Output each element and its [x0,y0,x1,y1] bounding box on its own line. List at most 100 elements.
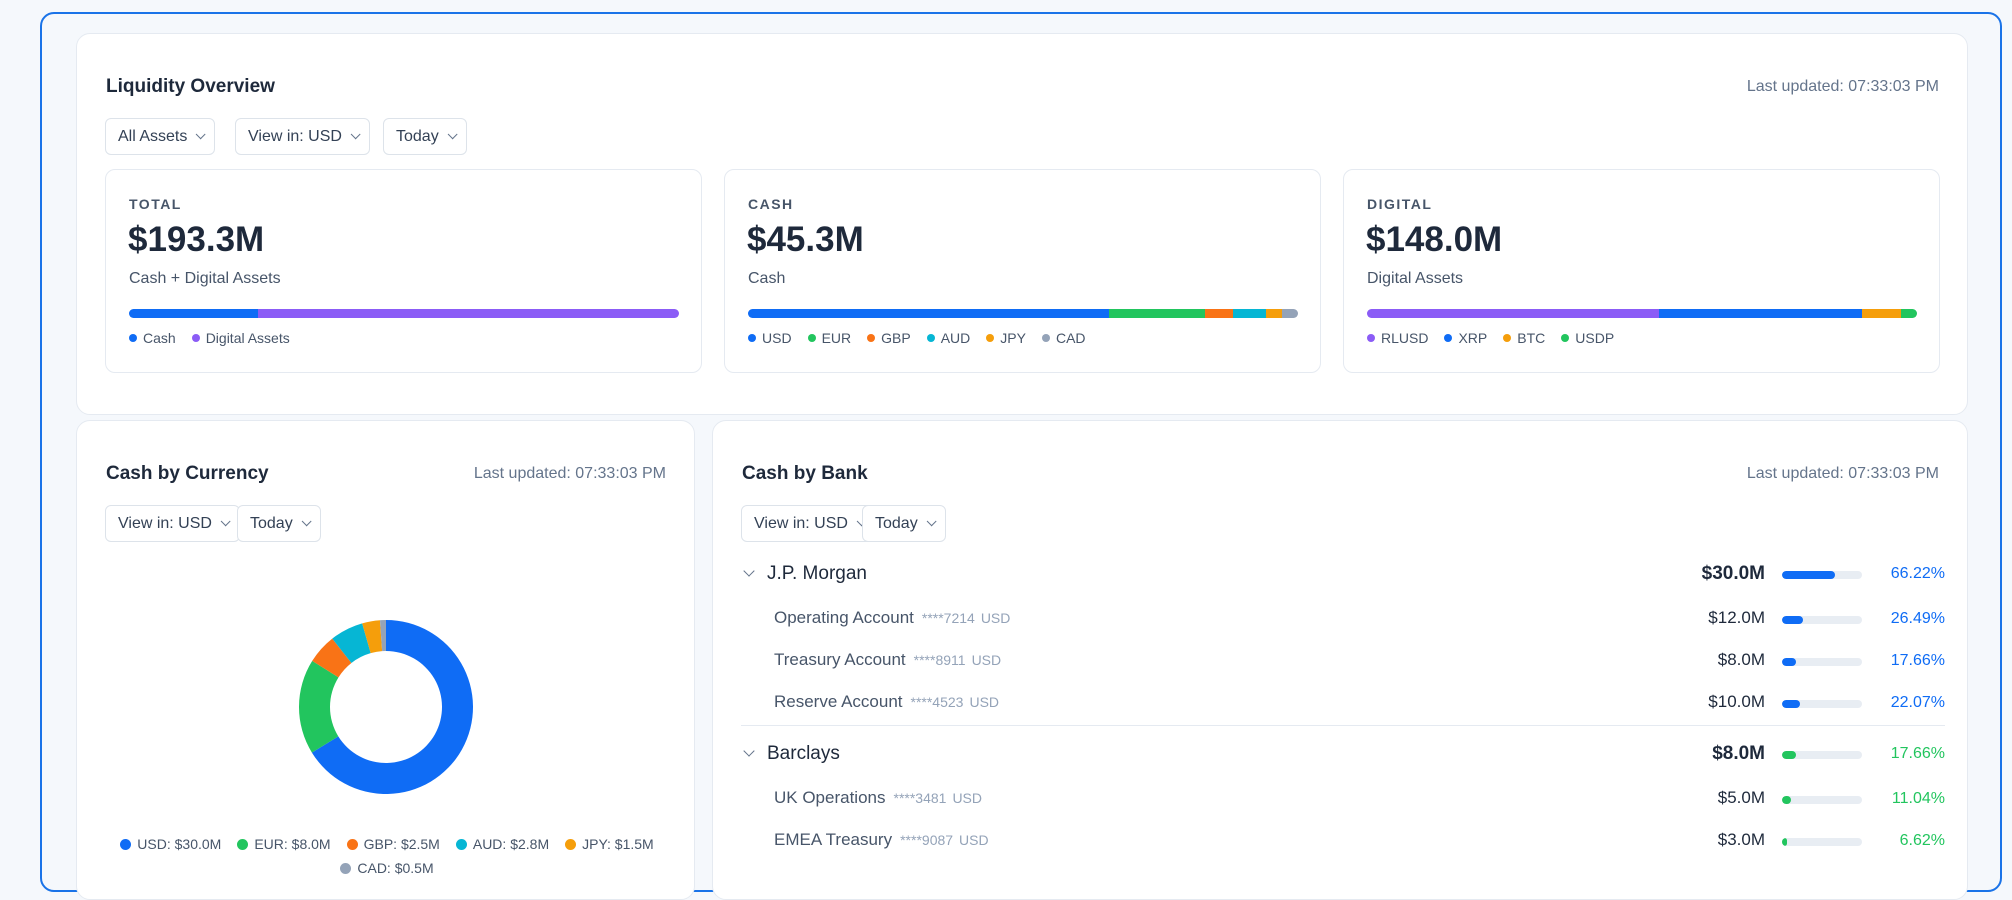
legend-item: Digital Assets [191,330,290,346]
account-amount: $3.0M [1717,830,1765,849]
share-bar-fill [1782,796,1791,804]
account-number: ****9087 [900,832,954,848]
card-legend: USD EUR GBP AUD JPY CAD [748,330,1086,346]
account-name: Treasury Account ****8911 USD [774,650,1001,670]
bar-segment [1367,309,1659,318]
card-value: $148.0M [1366,220,1503,259]
legend-dot [237,838,249,850]
total-card: TOTAL $193.3M Cash + Digital Assets Cash… [105,169,702,373]
legend-item: CAD [1041,330,1086,346]
currency-filter-dropdown[interactable]: View in: USD [741,505,876,542]
bank-name: J.P. Morgan [767,563,867,584]
composition-bar [748,309,1298,318]
bar-segment [748,309,1109,318]
legend-dot [1503,334,1512,342]
dropdown-label: Today [250,514,293,532]
composition-bar [1367,309,1917,318]
account-currency: USD [971,652,1002,668]
date-filter-dropdown[interactable]: Today [862,505,946,542]
legend-dot [565,838,577,850]
composition-bar [129,309,679,318]
liquidity-overview-panel: Liquidity Overview Last updated: 07:33:0… [76,33,1968,415]
legend-label: AUD: $2.8M [472,836,550,852]
account-percent: 22.07% [1890,694,1945,711]
bar-segment [1282,309,1298,318]
account-currency: USD [959,832,989,848]
account-name: Reserve Account ****4523 USD [774,692,999,712]
bar-segment [1108,309,1206,318]
account-name: EMEA Treasury ****9087 USD [774,830,989,850]
card-label: DIGITAL [1367,196,1433,212]
legend-item: XRP [1444,330,1487,346]
legend-item: EUR [807,330,851,346]
account-number: ****8911 [913,652,966,668]
last-updated: Last updated: 07:33:03 PM [473,465,666,482]
legend-dot [191,334,200,342]
account-name-label: EMEA Treasury [774,830,893,849]
legend-label: EUR: $8.0M [254,836,331,852]
chevron-down-icon[interactable] [743,565,755,577]
account-name-label: UK Operations [774,788,886,807]
chevron-down-icon [447,129,458,140]
account-amount: $8.0M [1717,650,1765,669]
bank-percent: 17.66% [1890,745,1945,762]
legend-item: BTC [1503,330,1545,346]
account-currency: USD [952,790,982,806]
legend-label: RLUSD [1381,330,1429,346]
panel-title: Cash by Bank [742,463,868,484]
share-bar [1782,700,1862,708]
cash-by-bank-panel: Cash by Bank Last updated: 07:33:03 PM V… [712,420,1968,900]
date-filter-dropdown[interactable]: Today [383,118,467,155]
account-percent: 17.66% [1890,652,1945,669]
bank-row[interactable]: J.P. Morgan $30.0M 66.22% [741,563,1945,587]
legend-item: USD: $30.0M [120,836,221,852]
bank-amount: $8.0M [1712,743,1765,764]
legend-label: JPY [1000,330,1026,346]
legend-label: Digital Assets [205,330,290,346]
legend-dot [986,334,995,342]
cash-card: CASH $45.3M Cash USD EUR GBP AUD JPY CAD [724,169,1321,373]
chevron-down-icon [350,129,361,140]
legend-dot [1561,334,1570,342]
share-bar [1782,838,1862,846]
share-bar-fill [1782,616,1804,624]
last-updated: Last updated: 07:33:03 PM [1746,78,1939,95]
account-row[interactable]: Operating Account ****7214 USD $12.0M 26.49% [741,608,1945,632]
legend-dot [748,334,756,342]
date-filter-dropdown[interactable]: Today [237,505,321,542]
bar-segment [1266,309,1283,318]
share-bar [1782,796,1862,804]
last-updated: Last updated: 07:33:03 PM [1746,465,1939,482]
account-amount: $5.0M [1717,788,1765,807]
currency-filter-dropdown[interactable]: View in: USD [235,118,370,155]
legend-label: XRP [1458,330,1488,346]
card-value: $45.3M [747,220,864,259]
chevron-down-icon [196,129,206,140]
chevron-down-icon[interactable] [743,745,755,757]
share-bar [1782,616,1862,624]
bar-segment [1900,309,1917,318]
card-label: CASH [748,196,794,212]
panel-title: Cash by Currency [106,463,269,484]
legend-item: GBP: $2.5M [346,836,440,852]
donut-slice-eur[interactable] [299,660,339,753]
legend-item: RLUSD [1367,330,1428,346]
currency-filter-dropdown[interactable]: View in: USD [105,505,240,542]
legend-label: GBP: $2.5M [363,836,440,852]
bank-row[interactable]: Barclays $8.0M 17.66% [741,743,1945,767]
account-row[interactable]: EMEA Treasury ****9087 USD $3.0M 6.62% [741,830,1945,854]
account-row[interactable]: Treasury Account ****8911 USD $8.0M 17.66% [741,650,1945,674]
legend-label: USD: $30.0M [137,836,222,852]
asset-filter-dropdown[interactable]: All Assets [105,118,216,155]
legend-label: GBP [881,330,911,346]
dropdown-label: All Assets [118,127,188,145]
dropdown-label: View in: USD [754,514,848,532]
account-number: ****3481 [893,790,947,806]
card-value: $193.3M [128,220,265,259]
legend-label: Cash [143,330,176,346]
account-row[interactable]: Reserve Account ****4523 USD $10.0M 22.07% [741,692,1945,716]
legend-dot [807,334,816,342]
legend-item: CAD: $0.5M [340,860,434,876]
account-row[interactable]: UK Operations ****3481 USD $5.0M 11.04% [741,788,1945,812]
legend-dot [1367,334,1375,342]
